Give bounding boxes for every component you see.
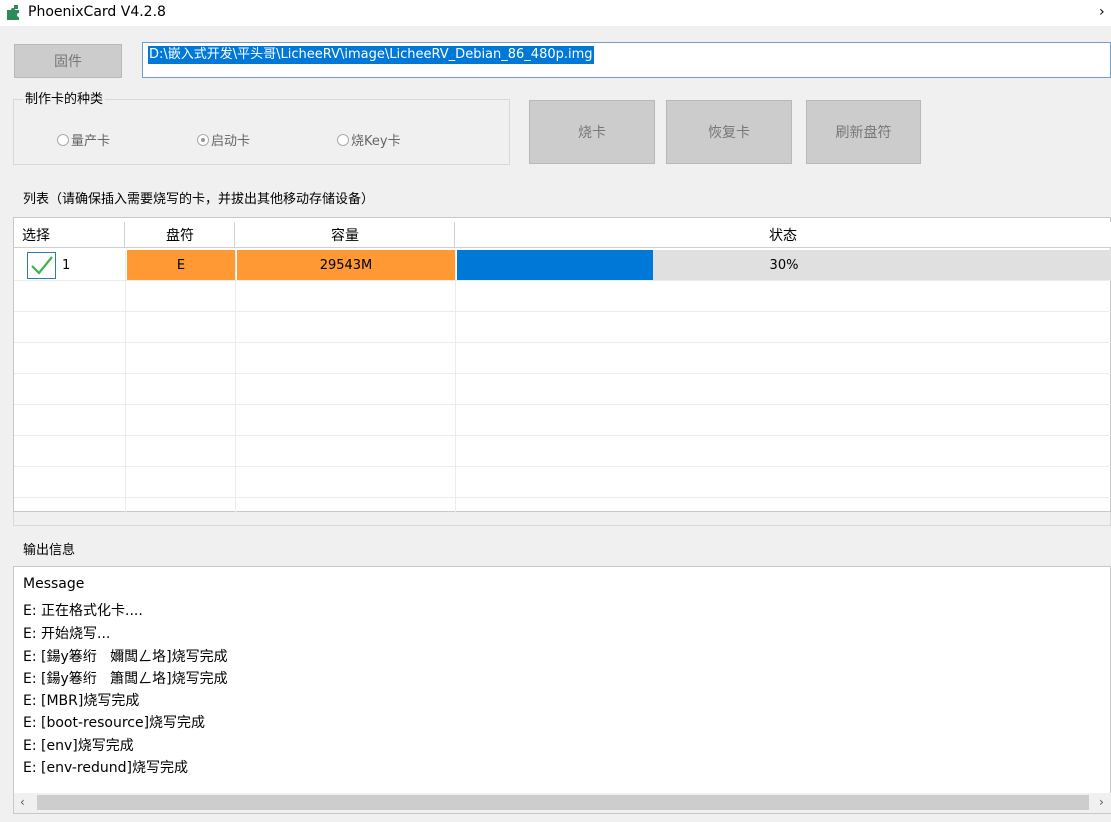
window-title: PhoenixCard V4.2.8: [28, 4, 166, 20]
drive-cell: E: [127, 250, 235, 280]
grid-line: [14, 280, 1111, 281]
radio-mass-production[interactable]: 量产卡: [57, 130, 110, 149]
log-line: E: [鍚у箞绗 簫闆ㄥ垎]烧写完成: [23, 671, 228, 687]
check-icon: [31, 256, 53, 275]
grid-line: [14, 497, 1111, 498]
progress-text: 30%: [769, 257, 799, 273]
grid-line: [14, 435, 1111, 436]
log-line: E: [鍚у箞绗 嬭闆ㄥ垎]烧写完成: [23, 649, 228, 665]
refresh-drive-button[interactable]: 刷新盘符: [806, 100, 921, 164]
radio-label: 量产卡: [71, 134, 111, 149]
card-type-label: 制作卡的种类: [23, 92, 106, 108]
grid-line: [125, 250, 126, 512]
column-divider[interactable]: [124, 222, 125, 248]
log-line: E: 开始烧写...: [23, 626, 111, 642]
column-divider[interactable]: [454, 222, 455, 248]
progress-bar: 30%: [457, 250, 1111, 280]
output-label: 输出信息: [23, 543, 76, 558]
arrow-left-icon[interactable]: ‹: [20, 795, 25, 809]
row-index: 1: [62, 258, 71, 273]
column-header-drive[interactable]: 盘符: [125, 222, 235, 248]
grid-line: [235, 250, 236, 512]
arrow-right-icon[interactable]: ›: [1099, 795, 1104, 809]
grid-line: [14, 373, 1111, 374]
column-divider[interactable]: [234, 222, 235, 248]
log-line: E: [MBR]烧写完成: [23, 693, 140, 709]
radio-button-selected-icon: [197, 133, 209, 146]
restore-card-button[interactable]: 恢复卡: [666, 100, 792, 164]
column-header-capacity[interactable]: 容量: [235, 222, 455, 248]
capacity-cell: 29543M: [237, 250, 455, 280]
firmware-button[interactable]: 固件: [14, 44, 122, 78]
firmware-path-text: D:\嵌入式开发\平头哥\LicheeRV\image\LicheeRV_Deb…: [148, 46, 594, 64]
row-checkbox[interactable]: [27, 252, 56, 279]
log-line: E: [env]烧写完成: [23, 738, 134, 754]
grid-line: [14, 404, 1111, 405]
scrollbar-thumb[interactable]: [37, 795, 1089, 810]
log-line: E: [env-redund]烧写完成: [23, 760, 188, 776]
puzzle-icon: [7, 5, 19, 20]
list-bottom-splitter[interactable]: [13, 512, 1111, 526]
chevron-right-icon[interactable]: ›: [1099, 3, 1105, 21]
radio-button-icon: [57, 133, 69, 146]
grid-line: [14, 466, 1111, 467]
radio-label: 启动卡: [211, 134, 251, 149]
column-header-select[interactable]: 选择: [14, 222, 125, 248]
column-header-status[interactable]: 状态: [455, 222, 1111, 248]
log-line: E: 正在格式化卡....: [23, 603, 143, 619]
burn-card-button[interactable]: 烧卡: [529, 100, 655, 164]
radio-key-card[interactable]: 烧Key卡: [337, 130, 401, 149]
log-line: Message: [23, 576, 85, 592]
radio-button-icon: [337, 133, 349, 146]
list-label: 列表（请确保插入需要烧写的卡，并拔出其他移动存储设备）: [23, 192, 375, 207]
title-bar: [0, 0, 1111, 26]
grid-line: [14, 311, 1111, 312]
grid-line: [455, 250, 456, 512]
radio-boot-card[interactable]: 启动卡: [197, 130, 250, 149]
grid-line: [14, 342, 1111, 343]
log-line: E: [boot-resource]烧写完成: [23, 715, 206, 731]
radio-label: 烧Key卡: [351, 134, 401, 149]
